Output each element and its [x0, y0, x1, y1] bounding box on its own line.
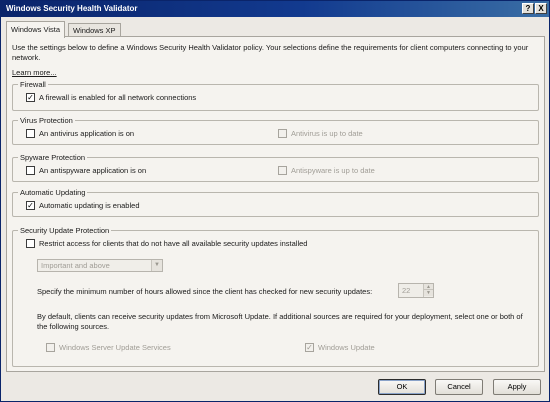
wsus-option[interactable]: Windows Server Update Services	[46, 343, 171, 352]
antivirus-up-to-date-checkbox[interactable]	[278, 129, 287, 138]
firewall-checkbox[interactable]: ✓	[26, 93, 35, 102]
wsus-label: Windows Server Update Services	[59, 343, 171, 352]
intro-text: Use the settings below to define a Windo…	[12, 43, 529, 62]
learn-more-link[interactable]: Learn more...	[12, 68, 57, 77]
firewall-group-label: Firewall	[18, 80, 48, 89]
severity-dropdown-value: Important and above	[41, 261, 110, 270]
antispyware-on-checkbox[interactable]	[26, 166, 35, 175]
firewall-option[interactable]: ✓ A firewall is enabled for all network …	[26, 93, 196, 102]
antispyware-up-to-date-option[interactable]: Antispyware is up to date	[278, 166, 375, 175]
security-update-group-label: Security Update Protection	[18, 226, 112, 235]
updating-group-label: Automatic Updating	[18, 188, 88, 197]
automatic-updating-checkbox[interactable]: ✓	[26, 201, 35, 210]
restrict-access-label: Restrict access for clients that do not …	[39, 239, 308, 248]
windows-update-checkbox[interactable]: ✓	[305, 343, 314, 352]
apply-button[interactable]: Apply	[493, 379, 541, 395]
severity-dropdown[interactable]: Important and above ▼	[37, 259, 163, 272]
spinner-down-icon[interactable]: ▼	[424, 290, 433, 296]
hours-label: Specify the minimum number of hours allo…	[37, 287, 373, 296]
title-bar[interactable]: Windows Security Health Validator ? X	[1, 1, 549, 17]
tab-windows-vista[interactable]: Windows Vista	[6, 21, 66, 38]
antispyware-up-to-date-label: Antispyware is up to date	[291, 166, 375, 175]
antispyware-up-to-date-checkbox[interactable]	[278, 166, 287, 175]
restrict-access-option[interactable]: Restrict access for clients that do not …	[26, 239, 307, 248]
windows-update-option[interactable]: ✓ Windows Update	[305, 343, 375, 352]
tab-windows-xp[interactable]: Windows XP	[68, 23, 121, 37]
antivirus-up-to-date-label: Antivirus is up to date	[291, 129, 363, 138]
cancel-button[interactable]: Cancel	[435, 379, 483, 395]
window-title: Windows Security Health Validator	[6, 4, 138, 13]
hours-spinner[interactable]: 22 ▲ ▼	[398, 283, 434, 298]
virus-group-label: Virus Protection	[18, 116, 75, 125]
help-button[interactable]: ?	[522, 3, 534, 14]
spyware-group-label: Spyware Protection	[18, 153, 88, 162]
antivirus-on-option[interactable]: An antivirus application is on	[26, 129, 134, 138]
close-button[interactable]: X	[535, 3, 547, 14]
automatic-updating-option[interactable]: ✓ Automatic updating is enabled	[26, 201, 140, 210]
chevron-down-icon: ▼	[151, 260, 162, 271]
sources-text: By default, clients can receive security…	[37, 312, 523, 331]
antivirus-on-checkbox[interactable]	[26, 129, 35, 138]
windows-update-label: Windows Update	[318, 343, 375, 352]
hours-spinner-value: 22	[402, 286, 411, 295]
antispyware-on-label: An antispyware application is on	[39, 166, 147, 175]
ok-button[interactable]: OK	[378, 379, 426, 395]
antivirus-up-to-date-option[interactable]: Antivirus is up to date	[278, 129, 363, 138]
antivirus-on-label: An antivirus application is on	[39, 129, 135, 138]
dialog-window: Windows Security Health Validator ? X Wi…	[0, 0, 550, 402]
wsus-checkbox[interactable]	[46, 343, 55, 352]
antispyware-on-option[interactable]: An antispyware application is on	[26, 166, 146, 175]
firewall-checkbox-label: A firewall is enabled for all network co…	[39, 93, 197, 102]
automatic-updating-label: Automatic updating is enabled	[39, 201, 140, 210]
restrict-access-checkbox[interactable]	[26, 239, 35, 248]
